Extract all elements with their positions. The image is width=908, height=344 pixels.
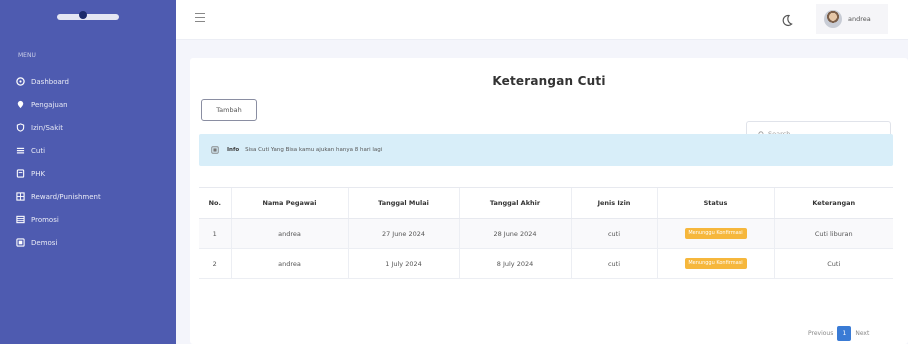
column-header-akhir[interactable]: Tanggal Akhir: [458, 187, 571, 219]
location-pin-icon: [16, 100, 25, 109]
alert-label: Info: [227, 147, 240, 153]
sidebar-item-reward-punishment[interactable]: Reward/Punishment: [0, 185, 176, 208]
cell-status: Menunggu Konfirmasi: [656, 248, 774, 279]
status-badge: Menunggu Konfirmasi: [684, 258, 747, 269]
user-name: andrea: [848, 15, 871, 23]
sidebar-item-izin-sakit[interactable]: Izin/Sakit: [0, 116, 176, 139]
column-header-no[interactable]: No.: [199, 187, 231, 219]
cell-keterangan: Cuti: [773, 248, 893, 279]
cell-akhir: 28 June 2024: [458, 218, 571, 249]
cell-nama: andrea: [230, 248, 348, 279]
sidebar-item-label: Pengajuan: [31, 100, 68, 109]
hamburger-menu-icon[interactable]: [195, 13, 205, 23]
sidebar-item-label: Izin/Sakit: [31, 123, 63, 132]
column-header-jenis[interactable]: Jenis Izin: [570, 187, 657, 219]
sidebar-item-promosi[interactable]: Promosi: [0, 208, 176, 231]
cell-keterangan: Cuti liburan: [773, 218, 893, 249]
info-alert: Info Sisa Cuti Yang Bisa kamu ajukan han…: [199, 134, 893, 166]
user-menu[interactable]: andrea: [816, 4, 888, 34]
dashboard-icon: [16, 77, 25, 86]
document-icon: [16, 169, 25, 178]
cell-no: 1: [199, 218, 231, 249]
dark-mode-toggle-icon[interactable]: [780, 12, 794, 27]
sidebar-item-label: Dashboard: [31, 77, 69, 86]
page-1-button[interactable]: 1: [837, 326, 852, 341]
sidebar-nav: Dashboard Pengajuan Izin/Sakit Cuti PHK …: [0, 70, 176, 254]
cell-nama: andrea: [230, 218, 348, 249]
folder-icon: [16, 238, 25, 247]
info-icon: [211, 146, 219, 154]
alert-text: Sisa Cuti Yang Bisa kamu ajukan hanya 8 …: [245, 147, 383, 153]
brand-logo[interactable]: [0, 0, 176, 34]
cell-jenis: cuti: [570, 248, 657, 279]
main-card: Keterangan Cuti Tambah Info Sisa Cuti Ya…: [190, 58, 908, 344]
sidebar-item-demosi[interactable]: Demosi: [0, 231, 176, 254]
cell-jenis: cuti: [570, 218, 657, 249]
sidebar-item-label: Demosi: [31, 238, 58, 247]
pagination: Previous 1 Next: [808, 326, 869, 341]
status-badge: Menunggu Konfirmasi: [684, 228, 747, 239]
cell-no: 2: [199, 248, 231, 279]
column-header-status[interactable]: Status: [656, 187, 774, 219]
sidebar-item-cuti[interactable]: Cuti: [0, 139, 176, 162]
shield-icon: [16, 123, 25, 132]
sidebar-item-label: Cuti: [31, 146, 46, 155]
menu-caption: MENU: [18, 52, 36, 59]
page-title: Keterangan Cuti: [492, 74, 606, 88]
sidebar-item-label: Reward/Punishment: [31, 192, 101, 201]
sidebar-item-label: PHK: [31, 169, 46, 178]
sidebar-item-pengajuan[interactable]: Pengajuan: [0, 93, 176, 116]
add-button[interactable]: Tambah: [201, 99, 257, 121]
cell-akhir: 8 July 2024: [458, 248, 571, 279]
previous-page-button[interactable]: Previous: [808, 330, 833, 337]
table-row: 2 andrea 1 July 2024 8 July 2024 cuti Me…: [199, 248, 893, 279]
sidebar-item-phk[interactable]: PHK: [0, 162, 176, 185]
column-header-mulai[interactable]: Tanggal Mulai: [347, 187, 459, 219]
next-page-button[interactable]: Next: [855, 330, 869, 337]
cell-mulai: 1 July 2024: [347, 248, 459, 279]
stack-icon: [16, 215, 25, 224]
cell-status: Menunggu Konfirmasi: [656, 218, 774, 249]
logo-icon: [57, 11, 119, 20]
sidebar-item-label: Promosi: [31, 215, 59, 224]
top-bar: andrea: [176, 0, 908, 40]
cell-mulai: 27 June 2024: [347, 218, 459, 249]
sidebar-item-dashboard[interactable]: Dashboard: [0, 70, 176, 93]
avatar: [824, 10, 842, 28]
table-row: 1 andrea 27 June 2024 28 June 2024 cuti …: [199, 218, 893, 249]
column-header-keterangan[interactable]: Keterangan: [773, 187, 893, 219]
leave-table: No. Nama Pegawai Tanggal Mulai Tanggal A…: [199, 187, 893, 279]
column-header-nama[interactable]: Nama Pegawai: [230, 187, 348, 219]
list-icon: [16, 146, 25, 155]
table-header-row: No. Nama Pegawai Tanggal Mulai Tanggal A…: [199, 187, 893, 219]
grid-icon: [16, 192, 25, 201]
sidebar: MENU Dashboard Pengajuan Izin/Sakit Cuti…: [0, 0, 176, 344]
